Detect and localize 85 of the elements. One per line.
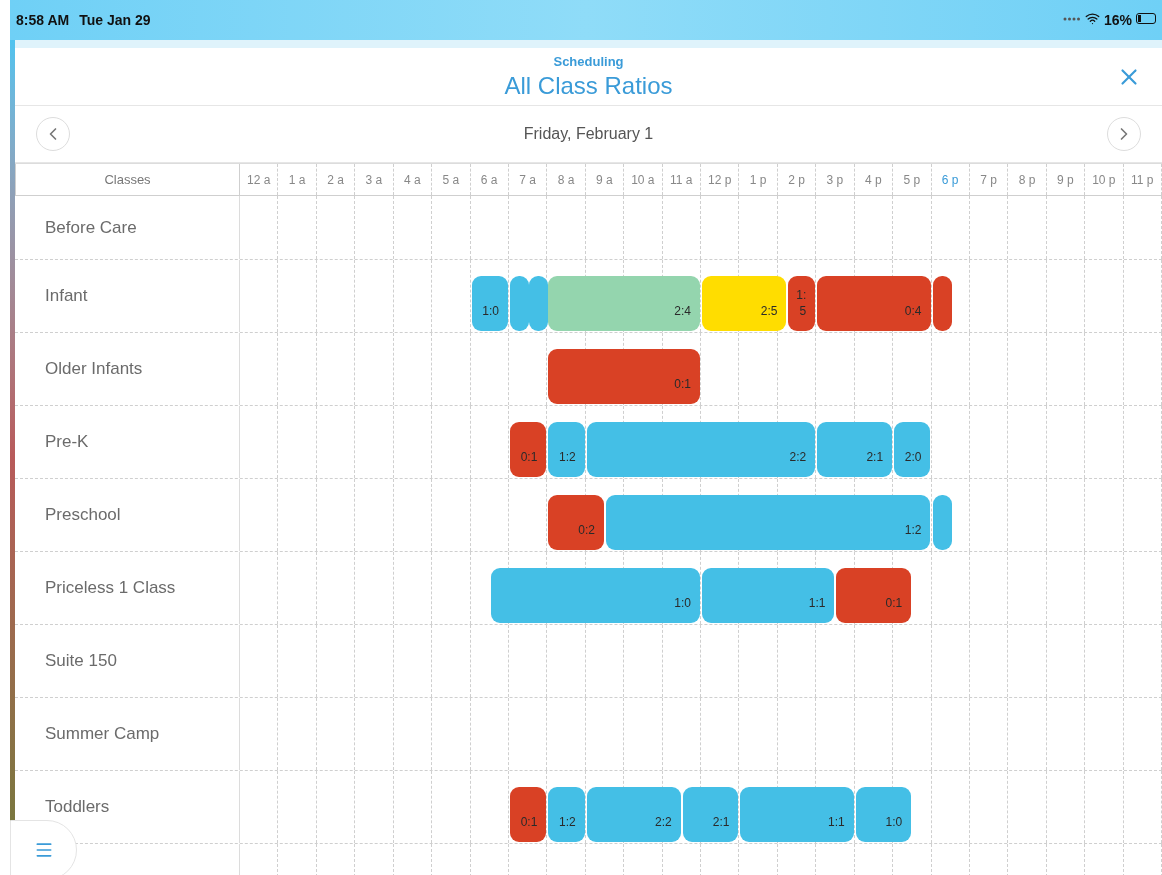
hour-label: 6 a [480, 171, 498, 189]
ratio-label: 2:4 [674, 303, 691, 319]
ratio-bar[interactable] [932, 495, 952, 550]
ratio-label: 1:2 [904, 522, 922, 538]
ratio-label: 2:1 [712, 814, 730, 830]
ratio-bar[interactable]: 1:2 [548, 422, 585, 477]
ratio-bar[interactable]: 2:1 [817, 422, 893, 477]
ratio-label: 1:5 [796, 287, 807, 319]
hour-label: 4 a [404, 171, 421, 189]
ratio-bar[interactable]: 2:1 [682, 787, 739, 842]
ratio-bar[interactable] [932, 276, 952, 331]
hour-label: 5 p [903, 171, 921, 189]
hour-label: 3 p [826, 171, 844, 189]
ratio-bar[interactable]: 2:0 [894, 422, 931, 477]
ratio-label: 2:5 [760, 303, 778, 319]
ratio-label: 1:1 [827, 814, 845, 830]
ratio-bar[interactable]: 1:0 [471, 276, 508, 331]
hour-label: 2 p [788, 171, 805, 189]
ratio-label: 1:0 [674, 595, 691, 611]
ratio-bar[interactable] [529, 276, 549, 331]
ratio-label: 1:0 [885, 814, 903, 830]
ratio-bar[interactable]: 1:0 [855, 787, 912, 842]
ratio-label: 1:2 [559, 814, 576, 830]
page-title: All Class Ratios [504, 71, 673, 102]
class-name: Toddlers [45, 796, 110, 819]
hour-label: 12 a [247, 171, 271, 189]
hour-label: 10 a [631, 171, 655, 189]
ratio-label: 0:1 [885, 595, 903, 611]
hour-label: 7 p [980, 171, 997, 189]
signal-dots-icon [1062, 17, 1081, 21]
hour-label: 10 p [1092, 171, 1116, 189]
hour-label: 2 a [327, 171, 344, 189]
hour-label: 8 p [1018, 171, 1036, 189]
hour-label: 3 a [365, 171, 383, 189]
hour-label: 9 p [1057, 171, 1074, 189]
ratio-bar[interactable]: 1:2 [548, 787, 585, 842]
ratio-label: 2:0 [904, 449, 922, 465]
ratio-label: 0:2 [578, 522, 595, 538]
class-name: Preschool [45, 504, 121, 527]
ratio-label: 1:1 [808, 595, 826, 611]
ratio-label: 0:1 [674, 376, 691, 392]
ratio-label: 2:2 [655, 814, 672, 830]
ratio-bar[interactable]: 2:5 [702, 276, 787, 331]
ratio-label: 2:1 [866, 449, 884, 465]
hour-label: 5 a [442, 171, 460, 189]
ratio-bar[interactable]: 2:4 [548, 276, 700, 331]
section-title: Scheduling [553, 52, 624, 71]
status-time: 8:58 AM [16, 11, 70, 30]
hour-label: 9 a [596, 171, 613, 189]
ratio-label: 0:4 [904, 303, 922, 319]
hour-label: 11 p [1131, 171, 1154, 189]
battery-level: 16% [1103, 11, 1132, 30]
class-name: Priceless 1 Class [45, 577, 176, 600]
ratio-bar[interactable]: 1:1 [740, 787, 854, 842]
ratio-label: 1:2 [559, 449, 576, 465]
ratio-label: 0:1 [520, 814, 538, 830]
class-name: Infant [45, 285, 88, 308]
class-name: Older Infants [45, 358, 143, 381]
menu-button[interactable] [10, 820, 77, 875]
class-name: Before Care [45, 216, 137, 239]
status-date: Tue Jan 29 [79, 11, 151, 30]
hour-label: 11 a [670, 171, 693, 189]
class-name: Pre-K [45, 431, 89, 454]
hour-label: 1 p [749, 171, 767, 189]
class-name: Suite 150 [45, 650, 117, 673]
wifi-icon [1084, 11, 1100, 26]
ratio-bar[interactable]: 1:1 [702, 568, 835, 623]
class-name: Summer Camp [45, 723, 160, 746]
hour-label: 7 a [519, 171, 536, 189]
hour-label: 8 a [557, 171, 575, 189]
battery-icon [1136, 13, 1156, 24]
ratio-label: 2:2 [789, 449, 807, 465]
date-label: Friday, February 1 [523, 124, 654, 144]
ratio-bar[interactable]: 1:0 [490, 568, 700, 623]
ratio-label: 1:0 [482, 303, 499, 319]
hour-label: 6 p [941, 171, 959, 189]
ratio-bar[interactable] [509, 276, 529, 331]
ratio-label: 0:1 [520, 449, 538, 465]
hour-label: 12 p [708, 171, 732, 189]
hour-label: 4 p [865, 171, 882, 189]
ratio-bar[interactable]: 1:2 [605, 495, 931, 550]
ratio-bar[interactable]: 2:2 [586, 787, 681, 842]
hour-label: 1 a [288, 171, 306, 189]
column-header: Classes [104, 170, 151, 189]
ratio-bar[interactable]: 2:2 [586, 422, 816, 477]
